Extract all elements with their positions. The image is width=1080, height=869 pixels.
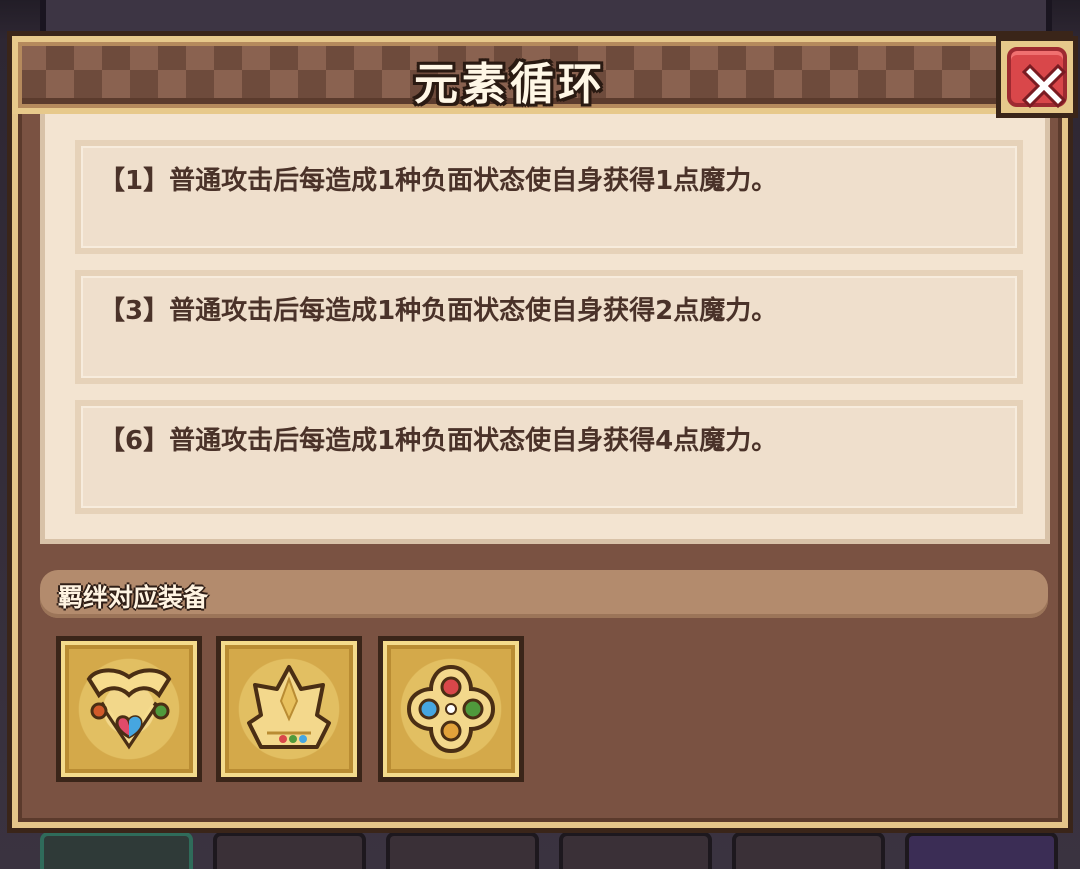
bottom-tab-5[interactable] (732, 832, 885, 869)
equipment-slot-crown[interactable] (216, 636, 362, 782)
bottom-tab-1[interactable] (40, 832, 193, 869)
dialog-title: 元素循环 (414, 59, 606, 110)
bottom-tab-3[interactable] (386, 832, 539, 869)
equipment-section-header: 羁绊对应装备 (40, 570, 1048, 618)
bottom-tab-2[interactable] (213, 832, 366, 869)
effect-item: 【6】普通攻击后每造成1种负面状态使自身获得4点魔力。 (75, 400, 1023, 514)
close-x-icon (1007, 47, 1067, 108)
effect-item: 【1】普通攻击后每造成1种负面状态使自身获得1点魔力。 (75, 140, 1023, 254)
dialog-header: 元素循环 (12, 36, 1002, 114)
bottom-tab-4[interactable] (559, 832, 712, 869)
game-screen: 元素循环 【1】普通攻击后每造成1种负面状态使自身获得1点魔力。 【3】普通攻击… (0, 0, 1080, 869)
close-button[interactable] (996, 36, 1078, 118)
golden-crown-icon (221, 641, 357, 777)
effects-list: 【1】普通攻击后每造成1种负面状态使自身获得1点魔力。 【3】普通攻击后每造成1… (40, 114, 1050, 544)
bottom-tab-bar (40, 832, 1080, 869)
effect-text: 【1】普通攻击后每造成1种负面状态使自身获得1点魔力。 (99, 166, 778, 196)
gem-cross-amulet-icon (383, 641, 519, 777)
bottom-tab-6[interactable] (905, 832, 1058, 869)
gem-necklace-icon (61, 641, 197, 777)
effect-text: 【6】普通攻击后每造成1种负面状态使自身获得4点魔力。 (99, 426, 778, 456)
equipment-slot-necklace[interactable] (56, 636, 202, 782)
equipment-section-title: 羁绊对应装备 (58, 583, 209, 612)
equipment-slot-amulet[interactable] (378, 636, 524, 782)
effect-text: 【3】普通攻击后每造成1种负面状态使自身获得2点魔力。 (99, 296, 778, 326)
effect-item: 【3】普通攻击后每造成1种负面状态使自身获得2点魔力。 (75, 270, 1023, 384)
